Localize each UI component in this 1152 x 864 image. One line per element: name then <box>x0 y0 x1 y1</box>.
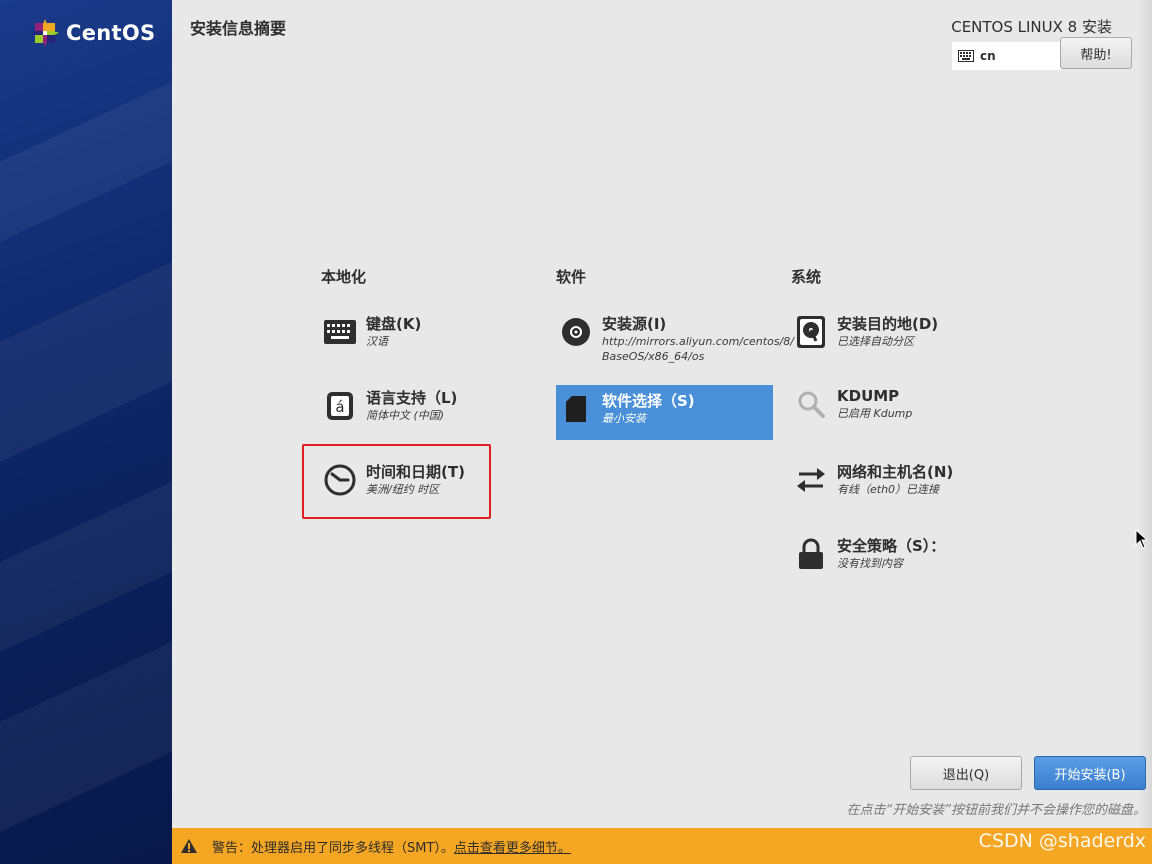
keyboard-layout-indicator[interactable]: cn <box>952 42 1062 70</box>
spoke-network-title: 网络和主机名(N) <box>837 463 954 481</box>
warning-details-link[interactable]: 点击查看更多细节。 <box>454 837 571 856</box>
spoke-destination-title: 安装目的地(D) <box>837 315 939 333</box>
spoke-installation-destination[interactable]: 安装目的地(D) 已选择自动分区 <box>791 308 1008 364</box>
centos-logo-icon <box>31 19 59 47</box>
centos-logo: CentOS <box>30 18 155 48</box>
quit-button[interactable]: 退出(Q) <box>910 756 1022 790</box>
spoke-security-title: 安全策略（S）： <box>837 537 946 555</box>
spoke-security-status: 没有找到内容 <box>837 557 903 570</box>
watermark: CSDN @shaderdx <box>978 830 1146 852</box>
spoke-software-status: 最小安装 <box>602 412 646 425</box>
mouse-pointer-icon <box>1135 529 1147 549</box>
warning-icon <box>181 839 197 853</box>
spoke-network-status: 有线（eth0）已连接 <box>837 483 940 496</box>
spoke-destination-status: 已选择自动分区 <box>837 335 914 348</box>
disc-icon <box>558 314 594 350</box>
spoke-language-title: 语言支持（L) <box>366 389 458 407</box>
spoke-keyboard-title: 键盘(K) <box>366 315 422 333</box>
footer-note: 在点击“开始安装”按钮前我们并不会操作您的磁盘。 <box>846 803 1146 818</box>
logo-text: CentOS <box>66 21 156 45</box>
red-highlight-box <box>302 444 491 519</box>
category-software: 软件 <box>556 268 587 286</box>
keyboard-small-icon <box>958 50 974 62</box>
package-icon <box>558 391 594 427</box>
main-panel: 安装信息摘要 CENTOS LINUX 8 安装 cn 帮助! 本地化 软件 系… <box>172 0 1152 828</box>
product-title: CENTOS LINUX 8 安装 <box>951 18 1112 36</box>
scrollbar-edge <box>1138 0 1152 828</box>
language-icon: á <box>322 388 358 424</box>
spoke-language-support[interactable]: á 语言支持（L) 简体中文 (中国) <box>320 382 537 438</box>
lock-icon <box>793 536 829 572</box>
category-localization: 本地化 <box>321 268 367 286</box>
spoke-keyboard[interactable]: 键盘(K) 汉语 <box>320 308 537 364</box>
keyboard-icon <box>322 314 358 350</box>
page-title: 安装信息摘要 <box>190 19 287 38</box>
spoke-kdump-status: 已启用 Kdump <box>837 407 913 420</box>
keyboard-layout-label: cn <box>980 49 996 63</box>
spoke-source-title: 安装源(I) <box>602 315 667 333</box>
spoke-kdump[interactable]: KDUMP 已启用 Kdump <box>791 380 1008 436</box>
spoke-keyboard-status: 汉语 <box>366 335 388 348</box>
kdump-search-icon <box>793 386 829 422</box>
spoke-installation-source[interactable]: 安装源(I) http://mirrors.aliyun.com/centos/… <box>556 308 794 374</box>
spoke-software-title: 软件选择（S) <box>602 392 695 410</box>
spoke-security-policy[interactable]: 安全策略（S）： 没有找到内容 <box>791 530 1008 586</box>
category-system: 系统 <box>791 268 822 286</box>
sidebar: CentOS <box>0 0 172 864</box>
spoke-kdump-title: KDUMP <box>837 387 900 405</box>
harddisk-icon <box>793 314 829 350</box>
spoke-source-status: http://mirrors.aliyun.com/centos/8/ <box>602 335 794 348</box>
warning-text: 警告：处理器启用了同步多线程（SMT）。 <box>212 840 454 856</box>
spoke-source-status-line2: BaseOS/x86_64/os <box>602 350 705 363</box>
spoke-network-hostname[interactable]: 网络和主机名(N) 有线（eth0）已连接 <box>791 456 1008 512</box>
spoke-software-selection[interactable]: 软件选择（S) 最小安装 <box>556 385 773 440</box>
spoke-language-status: 简体中文 (中国) <box>366 409 445 422</box>
svg-text:á: á <box>335 398 344 416</box>
network-arrows-icon <box>793 462 829 498</box>
begin-installation-button[interactable]: 开始安装(B) <box>1034 756 1146 790</box>
help-button[interactable]: 帮助! <box>1060 37 1132 69</box>
